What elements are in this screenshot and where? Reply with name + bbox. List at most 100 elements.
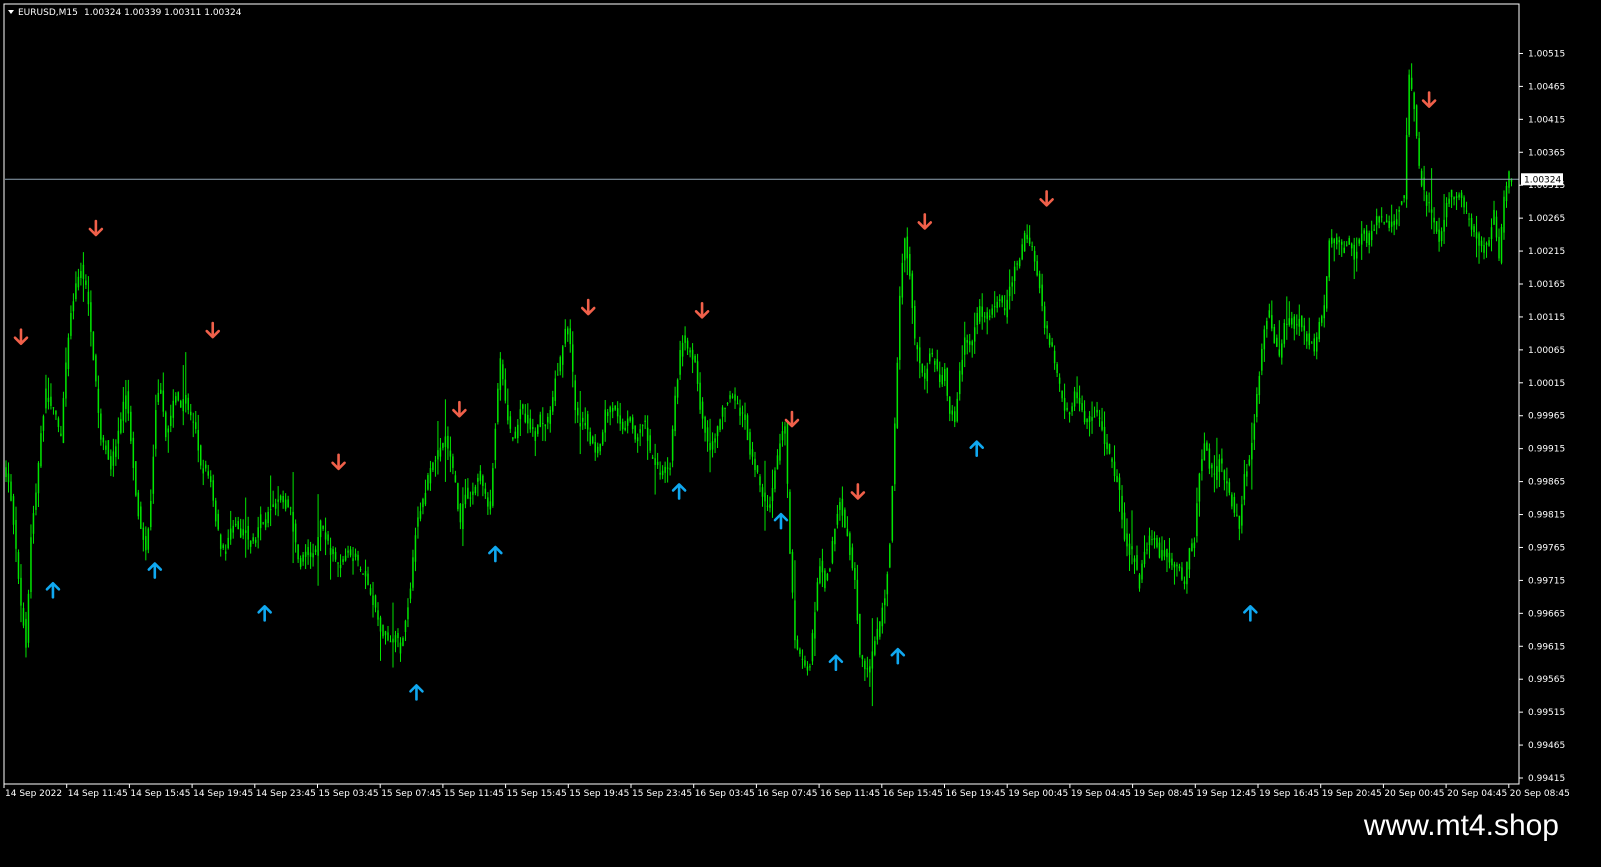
candle-body: [324, 532, 327, 540]
candle-body: [1213, 473, 1216, 475]
candle-body: [1118, 477, 1121, 490]
candle-body: [399, 642, 402, 654]
candle-body: [836, 513, 839, 525]
candle-body: [394, 635, 397, 643]
candle-body: [1288, 318, 1291, 325]
candle-body: [522, 404, 524, 409]
candle-body: [25, 618, 27, 648]
candle-body: [519, 409, 522, 420]
y-tick-label: 1.00015: [1528, 379, 1565, 389]
candle-body: [669, 468, 671, 470]
candle-body: [1415, 105, 1418, 137]
candle-body: [90, 302, 92, 332]
candle-body: [1188, 548, 1191, 570]
candle-body: [1400, 201, 1403, 205]
candle-body: [52, 407, 55, 409]
candle-body: [562, 346, 564, 365]
candle-body: [1465, 210, 1468, 212]
candle-body: [859, 613, 861, 655]
candle-body: [973, 327, 976, 342]
candle-body: [611, 407, 614, 412]
candle-body: [274, 503, 277, 509]
candle-body: [1500, 227, 1503, 263]
candle-body: [232, 525, 234, 533]
candle-body: [1286, 323, 1288, 325]
candle-body: [1483, 245, 1485, 253]
candle-body: [579, 423, 581, 427]
candle-body: [911, 273, 914, 308]
candle-body: [362, 573, 364, 575]
candle-body: [744, 414, 746, 420]
candle-body: [1101, 421, 1103, 430]
candle-body: [801, 658, 804, 660]
candle-body: [459, 503, 462, 523]
candle-body: [1066, 407, 1068, 410]
candle-body: [904, 238, 906, 261]
candle-body: [527, 414, 529, 424]
candle-body: [896, 362, 899, 428]
candle-body: [824, 570, 826, 589]
candle-body: [1425, 194, 1428, 206]
candle-body: [85, 280, 87, 285]
candle-body: [1198, 473, 1201, 502]
candle-body: [75, 283, 77, 300]
candle-body: [20, 577, 22, 606]
candle-body: [372, 595, 374, 605]
candle-body: [609, 406, 611, 413]
candle-body: [814, 612, 816, 639]
candle-body: [1503, 196, 1505, 233]
candle-body: [299, 558, 302, 567]
candle-body: [539, 414, 542, 427]
candle-body: [1153, 537, 1156, 540]
candle-body: [1076, 392, 1078, 399]
candle-body: [876, 628, 879, 640]
candle-body: [402, 637, 404, 646]
candle-body: [567, 328, 569, 335]
candle-body: [829, 568, 831, 572]
candle-body: [1091, 417, 1093, 421]
price-chart[interactable]: EURUSD,M15 1.00324 1.00339 1.00311 1.003…: [0, 0, 1601, 805]
candle-body: [871, 651, 874, 669]
candle-body: [1448, 198, 1450, 204]
candle-body: [492, 468, 494, 506]
candle-body: [187, 397, 190, 410]
candle-body: [447, 435, 449, 449]
candle-body: [769, 504, 771, 508]
candle-body: [981, 306, 983, 317]
candle-body: [199, 445, 202, 466]
candle-body: [1088, 416, 1091, 422]
candle-body: [554, 378, 557, 401]
candle-body: [1073, 391, 1076, 407]
candle-body: [105, 445, 107, 450]
candle-body: [599, 443, 601, 452]
candle-body: [626, 418, 629, 426]
candle-body: [135, 461, 137, 496]
candle-body: [1168, 552, 1171, 563]
y-tick-label: 0.99615: [1528, 642, 1565, 652]
y-tick-label: 0.99415: [1528, 774, 1565, 784]
candle-body: [1081, 403, 1083, 411]
candle-body: [497, 388, 499, 423]
candle-body: [97, 388, 100, 413]
candle-body: [1031, 246, 1033, 248]
candle-body: [1096, 409, 1098, 413]
candle-body: [696, 361, 699, 384]
candle-body: [866, 668, 869, 670]
candle-body: [349, 549, 352, 556]
candle-body: [214, 500, 217, 522]
candle-body: [1408, 74, 1410, 135]
candle-body: [759, 476, 761, 486]
candle-body: [1298, 318, 1301, 327]
candle-body: [741, 412, 744, 414]
candle-body: [1455, 196, 1458, 198]
candle-body: [1353, 244, 1355, 260]
candle-body: [130, 411, 132, 442]
candle-body: [1276, 337, 1278, 347]
candle-body: [249, 540, 252, 547]
candle-body: [1238, 515, 1241, 529]
candle-body: [544, 424, 547, 427]
candle-body: [1111, 458, 1113, 462]
candle-body: [457, 483, 459, 510]
chart-header: EURUSD,M15 1.00324 1.00339 1.00311 1.003…: [8, 8, 242, 18]
candle-body: [569, 328, 572, 345]
